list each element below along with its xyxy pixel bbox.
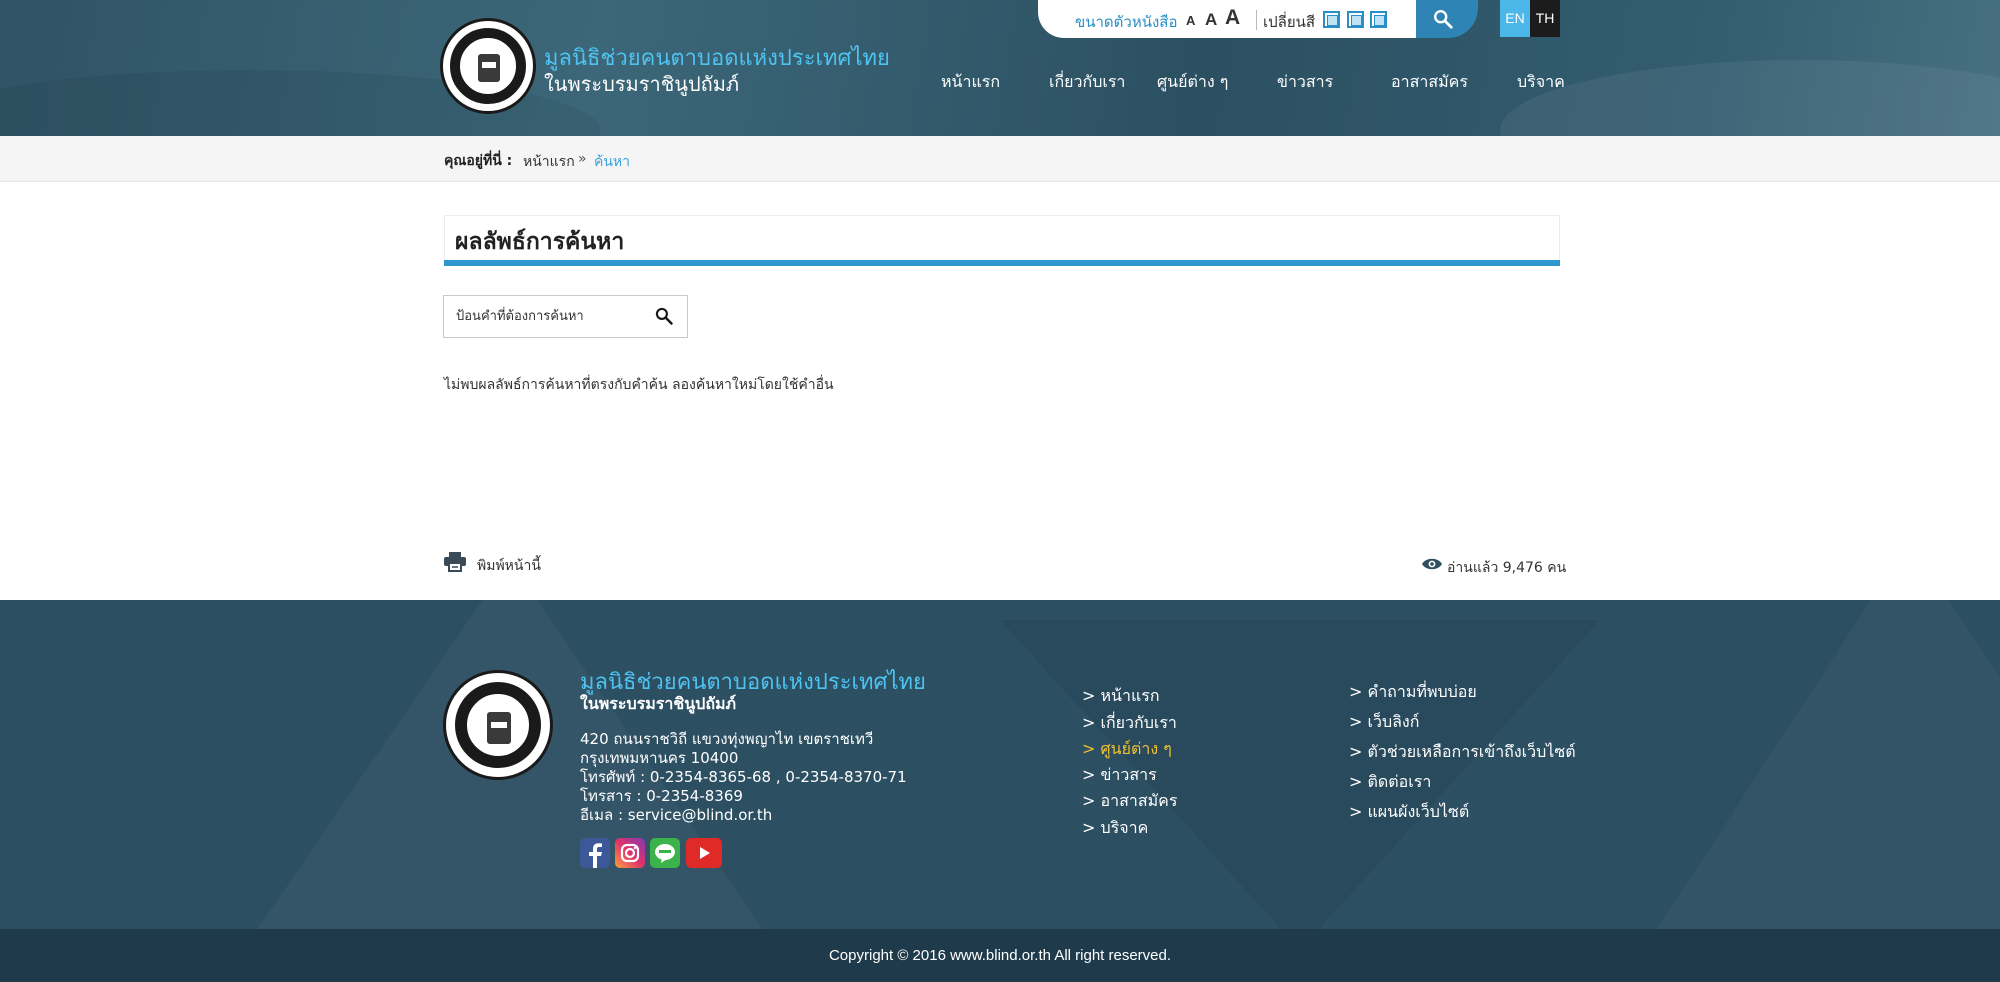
font-size-medium-button[interactable]: A <box>1205 10 1217 30</box>
breadcrumb-home-link[interactable]: หน้าแรก <box>523 151 575 173</box>
site-footer <box>0 600 2000 929</box>
nav-home[interactable]: หน้าแรก <box>941 70 1000 95</box>
nav-news[interactable]: ข่าวสาร <box>1277 70 1333 95</box>
lang-en-button[interactable]: EN <box>1500 0 1530 37</box>
print-icon[interactable] <box>444 552 466 572</box>
line-icon[interactable] <box>650 838 680 868</box>
print-page-link[interactable]: พิมพ์หน้านี้ <box>477 555 541 577</box>
footer-link-faq[interactable]: > คำถามที่พบบ่อย <box>1349 680 1477 705</box>
footer-link-accessibility[interactable]: > ตัวช่วยเหลือการเข้าถึงเว็บไซต์ <box>1349 740 1576 765</box>
nav-volunteer[interactable]: อาสาสมัคร <box>1391 70 1468 95</box>
font-size-small-button[interactable]: A <box>1186 13 1195 28</box>
footer-org-subtitle: ในพระบรมราชินูปถัมภ์ <box>580 694 737 713</box>
title-underline <box>444 260 1560 266</box>
footer-link-home[interactable]: > หน้าแรก <box>1082 684 1160 709</box>
site-header <box>0 0 2000 136</box>
footer-email[interactable]: อีเมล : service@blind.or.th <box>580 803 772 827</box>
search-submit-icon[interactable] <box>654 306 674 326</box>
breadcrumb-separator: » <box>578 151 587 167</box>
footer-link-sitemap[interactable]: > แผนผังเว็บไซต์ <box>1349 800 1469 825</box>
font-size-label: ขนาดตัวหนังสือ <box>1075 13 1178 31</box>
footer-link-weblinks[interactable]: > เว็บลิงก์ <box>1349 710 1419 735</box>
footer-link-about[interactable]: > เกี่ยวกับเรา <box>1082 711 1177 736</box>
nav-donate[interactable]: บริจาค <box>1517 70 1565 95</box>
youtube-icon[interactable] <box>686 838 722 868</box>
color-theme-3-button[interactable] <box>1370 11 1387 28</box>
search-icon <box>1434 10 1453 29</box>
change-color-label: เปลี่ยนสี <box>1263 13 1316 31</box>
foundation-logo[interactable] <box>440 18 536 114</box>
view-counter: อ่านแล้ว 9,476 คน <box>1447 560 1567 576</box>
no-result-message: ไม่พบผลลัพธ์การค้นหาที่ตรงกับคำค้น ลองค้… <box>444 377 834 393</box>
facebook-icon[interactable] <box>580 838 610 868</box>
instagram-icon[interactable] <box>615 838 645 868</box>
eye-icon <box>1422 558 1442 570</box>
color-theme-2-button[interactable] <box>1347 11 1364 28</box>
utility-divider <box>1256 10 1257 30</box>
nav-centers[interactable]: ศูนย์ต่าง ๆ <box>1157 70 1228 95</box>
org-subtitle: ในพระบรมราชินูปถัมภ์ <box>544 72 740 96</box>
lang-th-button[interactable]: TH <box>1530 0 1560 37</box>
footer-link-volunteer[interactable]: > อาสาสมัคร <box>1082 789 1177 814</box>
footer-link-donate[interactable]: > บริจาค <box>1082 816 1148 841</box>
footer-link-contact[interactable]: > ติดต่อเรา <box>1349 770 1431 795</box>
nav-about[interactable]: เกี่ยวกับเรา <box>1049 70 1125 95</box>
footer-logo <box>443 670 553 780</box>
breadcrumb-label: คุณอยู่ที่นี่ : <box>444 153 513 169</box>
color-theme-1-button[interactable] <box>1323 11 1340 28</box>
font-size-large-button[interactable]: A <box>1225 6 1240 30</box>
header-decoration <box>1500 60 2000 136</box>
page-title: ผลลัพธ์การค้นหา <box>455 229 625 255</box>
footer-link-centers[interactable]: > ศูนย์ต่าง ๆ <box>1082 737 1172 762</box>
search-input[interactable] <box>443 295 688 338</box>
footer-link-news[interactable]: > ข่าวสาร <box>1082 763 1157 788</box>
breadcrumb-current: ค้นหา <box>594 154 631 170</box>
copyright-text: Copyright © 2016 www.blind.or.th All rig… <box>828 947 1172 964</box>
breadcrumb <box>0 136 2000 182</box>
